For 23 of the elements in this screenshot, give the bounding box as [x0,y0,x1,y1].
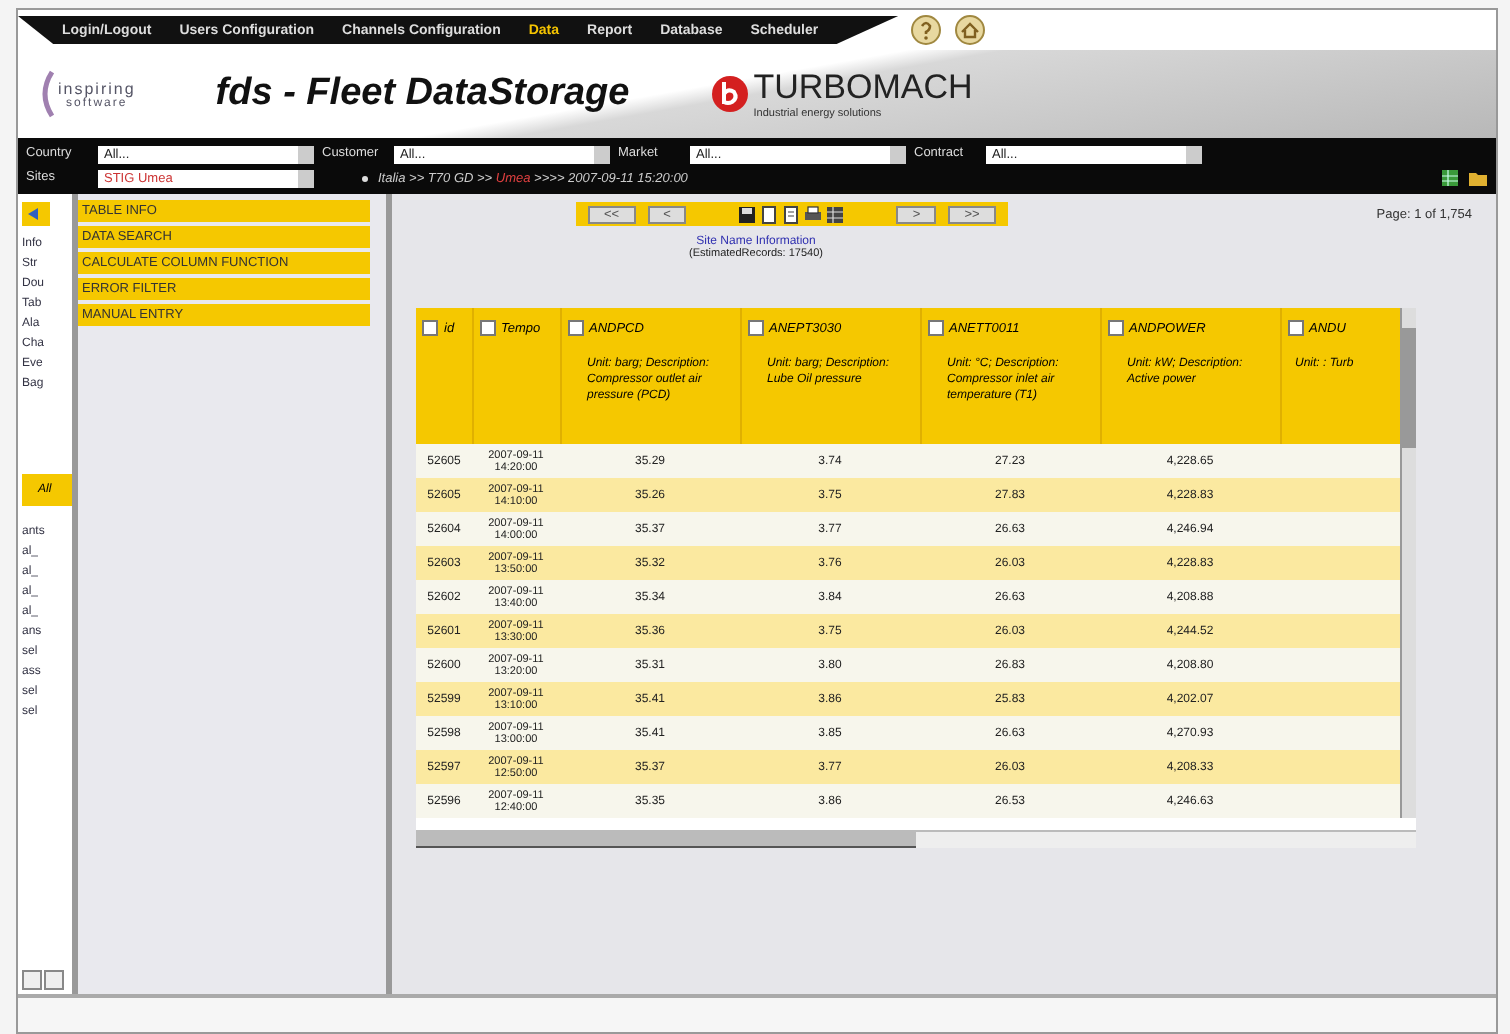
column-checkbox[interactable] [927,320,943,336]
column-checkbox[interactable] [1107,320,1123,336]
bullet-icon [362,175,368,181]
help-icon[interactable] [910,14,943,46]
document-icon[interactable] [760,205,779,223]
column-checkbox[interactable] [479,320,495,336]
company-logo-text: inspiring [58,79,136,97]
column-checkbox[interactable] [747,320,763,336]
horizontal-scrollbar[interactable] [416,830,1416,848]
column-checkbox[interactable] [422,320,438,336]
spreadsheet-icon[interactable] [826,205,845,223]
app-title: fds - Fleet DataStorage [215,72,630,116]
vertical-scrollbar[interactable] [1400,308,1416,818]
brand-logo-icon [709,74,750,114]
brand-name: TURBOMACH [753,68,973,108]
column-checkbox[interactable] [567,320,583,336]
column-checkbox[interactable] [1287,320,1303,336]
folder-icon[interactable] [1468,168,1488,188]
save-icon[interactable] [738,205,757,223]
home-icon[interactable] [954,14,987,46]
print-icon[interactable] [804,205,823,223]
swoosh-icon [38,70,54,118]
document-icon[interactable] [782,205,801,223]
